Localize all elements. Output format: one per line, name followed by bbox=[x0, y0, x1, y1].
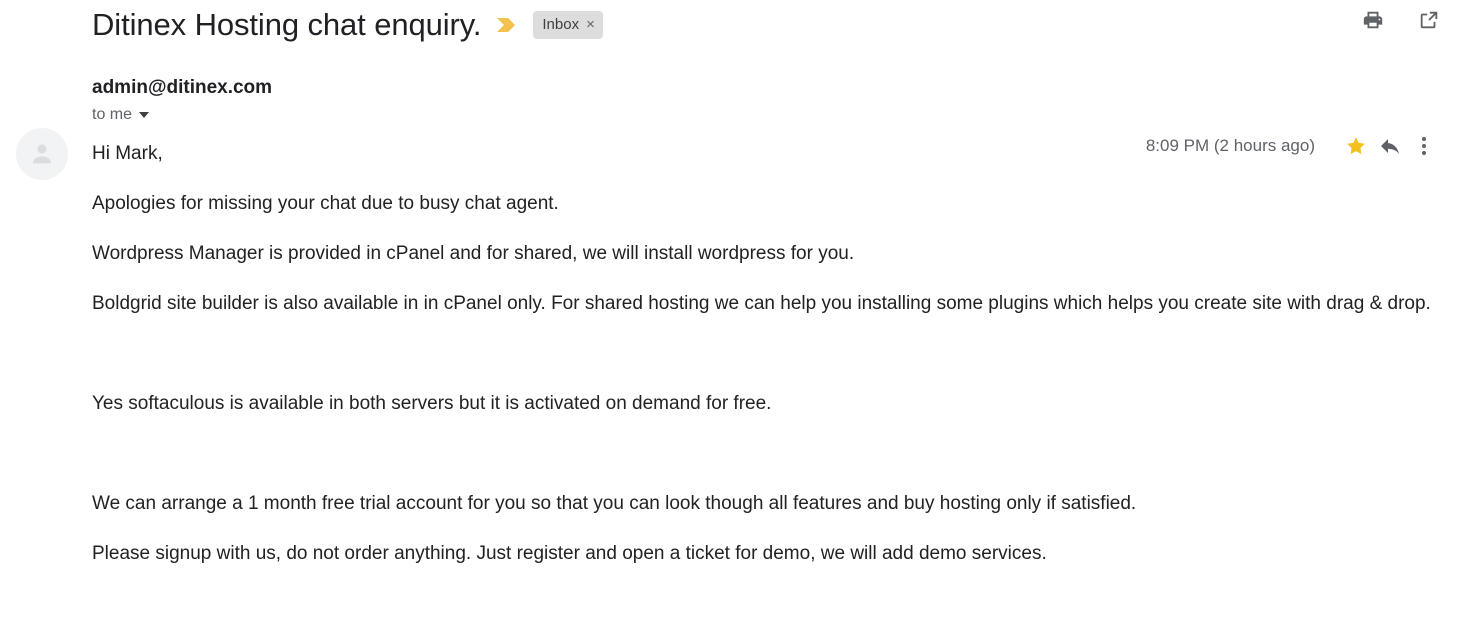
default-user-avatar-icon bbox=[33, 144, 51, 164]
double-chevron-important-icon[interactable] bbox=[495, 15, 519, 35]
star-filled-icon[interactable] bbox=[1339, 132, 1373, 160]
sender-block: admin@ditinex.com to me bbox=[92, 76, 272, 126]
print-icon[interactable] bbox=[1361, 8, 1385, 32]
message-actions: 8:09 PM (2 hours ago) bbox=[1146, 132, 1441, 160]
body-paragraph: We can arrange a 1 month free trial acco… bbox=[92, 493, 1137, 514]
more-vertical-icon[interactable] bbox=[1407, 132, 1441, 160]
timestamp: 8:09 PM (2 hours ago) bbox=[1145, 136, 1315, 155]
close-icon[interactable]: × bbox=[586, 17, 595, 32]
subject-header: Ditinex Hosting chat enquiry. Inbox × bbox=[0, 0, 1459, 50]
message-header: admin@ditinex.com to me 8:09 PM (2 hours… bbox=[0, 50, 1459, 180]
open-in-new-window-icon[interactable] bbox=[1417, 8, 1441, 32]
reply-arrow-icon[interactable] bbox=[1373, 132, 1407, 160]
page-title: Ditinex Hosting chat enquiry. bbox=[92, 7, 482, 42]
label-chip-inbox[interactable]: Inbox × bbox=[533, 11, 603, 39]
sender-address[interactable]: admin@ditinex.com bbox=[92, 76, 272, 100]
body-paragraph: Yes softaculous is available in both ser… bbox=[92, 393, 772, 414]
body-paragraph-blank bbox=[92, 440, 1441, 468]
body-paragraph: Wordpress Manager is provided in cPanel … bbox=[92, 243, 855, 264]
recipient-details-toggle[interactable]: to me bbox=[92, 104, 150, 126]
header-actions bbox=[1361, 8, 1441, 32]
avatar bbox=[16, 128, 68, 180]
body-paragraph: Boldgrid site builder is also available … bbox=[92, 293, 1431, 314]
body-paragraph-blank bbox=[92, 340, 1441, 368]
message-body: Hi Mark, Apologies for missing your chat… bbox=[92, 112, 1441, 568]
recipient-label: to me bbox=[92, 106, 133, 123]
body-paragraph: Apologies for missing your chat due to b… bbox=[92, 193, 559, 214]
chevron-down-icon[interactable] bbox=[139, 112, 150, 118]
body-paragraph: Please signup with us, do not order anyt… bbox=[92, 543, 1047, 564]
label-chip-text: Inbox bbox=[542, 16, 580, 33]
